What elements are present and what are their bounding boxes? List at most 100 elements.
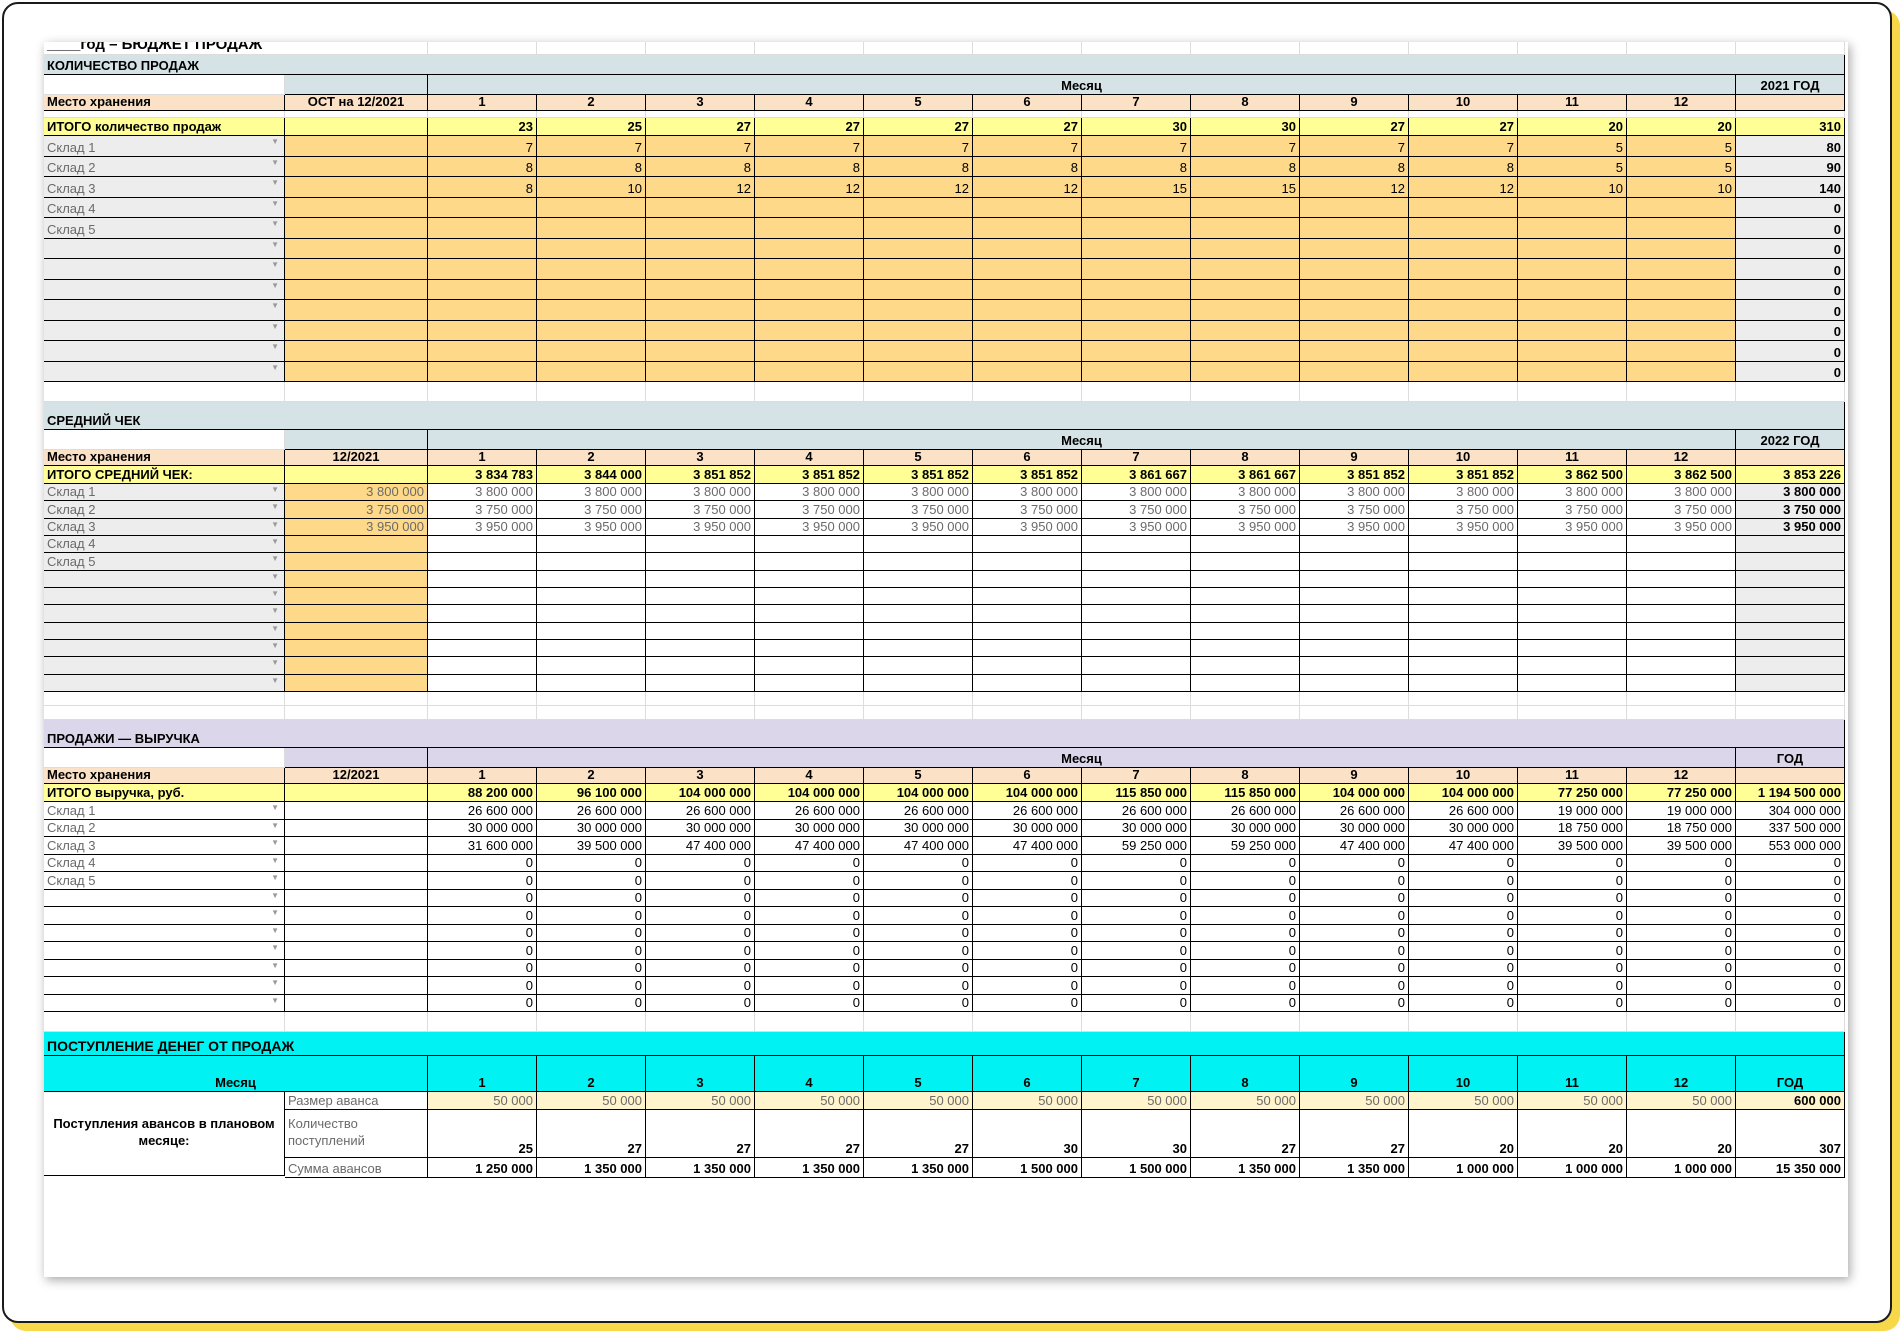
dropdown-arrow-icon[interactable]: ▼ [271,520,279,529]
warehouse-select[interactable]: Склад 4 ▼ [44,535,285,554]
cash-cell-9[interactable]: 50 000 [1300,1092,1409,1110]
qty-cell-4[interactable] [755,320,864,341]
qty-cell-3[interactable] [646,320,755,341]
qty-cell-12[interactable] [1627,341,1736,362]
qty-cell-8[interactable]: 7 [1191,136,1300,157]
qty-cell-7[interactable] [1082,259,1191,280]
qty-cell-5[interactable] [864,341,973,362]
warehouse-select[interactable]: ▼ [44,320,285,341]
warehouse-select[interactable]: Склад 4 ▼ [44,854,285,872]
dropdown-arrow-icon[interactable]: ▼ [271,641,279,650]
qty-cell-3[interactable] [646,238,755,259]
qty-cell-8[interactable] [1191,300,1300,321]
dropdown-arrow-icon[interactable]: ▼ [271,261,279,269]
dropdown-arrow-icon[interactable]: ▼ [271,856,279,865]
qty-cell-1[interactable] [428,300,537,321]
dropdown-arrow-icon[interactable]: ▼ [271,322,279,331]
qty-cell-7[interactable] [1082,320,1191,341]
dropdown-arrow-icon[interactable]: ▼ [271,503,279,511]
qty-cell-5[interactable] [864,300,973,321]
qty-cell-7[interactable]: 15 [1082,177,1191,198]
warehouse-select[interactable]: ▼ [44,605,285,623]
qty-cell-12[interactable] [1627,279,1736,300]
qty-cell-6[interactable] [973,341,1082,362]
qty-cell-7[interactable]: 7 [1082,136,1191,157]
qty-cell-4[interactable] [755,341,864,362]
cash-cell-1[interactable]: 50 000 [428,1092,537,1110]
base-check-cell[interactable] [285,553,428,571]
qty-cell-5[interactable] [864,238,973,259]
qty-cell-9[interactable] [1300,197,1409,218]
warehouse-select[interactable]: ▼ [44,570,285,588]
qty-cell-4[interactable]: 7 [755,136,864,157]
qty-cell-9[interactable] [1300,300,1409,321]
qty-cell-6[interactable]: 7 [973,136,1082,157]
qty-cell-8[interactable]: 8 [1191,156,1300,177]
cash-cell-11[interactable]: 50 000 [1518,1092,1627,1110]
stock-cell[interactable] [285,238,428,259]
warehouse-select[interactable]: ▼ [44,674,285,692]
qty-cell-8[interactable] [1191,341,1300,362]
cash-cell-8[interactable]: 50 000 [1191,1092,1300,1110]
qty-cell-3[interactable]: 7 [646,136,755,157]
qty-cell-9[interactable]: 7 [1300,136,1409,157]
warehouse-select[interactable]: ▼ [44,994,285,1012]
stock-cell[interactable] [285,156,428,177]
qty-cell-1[interactable] [428,197,537,218]
dropdown-arrow-icon[interactable]: ▼ [271,589,279,598]
dropdown-arrow-icon[interactable]: ▼ [271,486,279,494]
stock-cell[interactable] [285,177,428,198]
qty-cell-8[interactable]: 15 [1191,177,1300,198]
cash-cell-7[interactable]: 50 000 [1082,1092,1191,1110]
warehouse-select[interactable]: Склад 5 ▼ [44,872,285,890]
warehouse-select[interactable]: Склад 5 ▼ [44,218,285,239]
base-check-cell[interactable] [285,674,428,692]
dropdown-arrow-icon[interactable]: ▼ [271,572,279,581]
qty-cell-10[interactable] [1409,341,1518,362]
qty-cell-11[interactable] [1518,259,1627,280]
base-check-cell[interactable] [285,570,428,588]
qty-cell-2[interactable] [537,361,646,382]
base-check-cell[interactable] [285,605,428,623]
warehouse-select[interactable]: ▼ [44,959,285,977]
dropdown-arrow-icon[interactable]: ▼ [271,138,279,146]
qty-cell-6[interactable]: 12 [973,177,1082,198]
cash-cell-10[interactable]: 50 000 [1409,1092,1518,1110]
qty-cell-2[interactable] [537,238,646,259]
qty-cell-6[interactable] [973,197,1082,218]
qty-cell-3[interactable] [646,300,755,321]
cash-cell-12[interactable]: 50 000 [1627,1092,1736,1110]
qty-cell-3[interactable]: 12 [646,177,755,198]
qty-cell-8[interactable] [1191,361,1300,382]
warehouse-select[interactable]: Склад 1 ▼ [44,802,285,820]
stock-cell[interactable] [285,300,428,321]
cash-cell-6[interactable]: 50 000 [973,1092,1082,1110]
dropdown-arrow-icon[interactable]: ▼ [271,302,279,310]
qty-cell-10[interactable] [1409,238,1518,259]
qty-cell-9[interactable]: 12 [1300,177,1409,198]
qty-cell-4[interactable]: 12 [755,177,864,198]
warehouse-select[interactable]: ▼ [44,622,285,640]
qty-cell-10[interactable] [1409,320,1518,341]
stock-cell[interactable] [285,279,428,300]
dropdown-arrow-icon[interactable]: ▼ [271,158,279,167]
qty-cell-11[interactable]: 10 [1518,177,1627,198]
qty-cell-2[interactable] [537,197,646,218]
dropdown-arrow-icon[interactable]: ▼ [271,179,279,187]
qty-cell-10[interactable] [1409,197,1518,218]
base-check-cell[interactable] [285,639,428,658]
qty-cell-11[interactable] [1518,218,1627,239]
dropdown-arrow-icon[interactable]: ▼ [271,944,279,952]
dropdown-arrow-icon[interactable]: ▼ [271,909,279,917]
dropdown-arrow-icon[interactable]: ▼ [271,839,279,847]
qty-cell-5[interactable] [864,361,973,382]
qty-cell-1[interactable] [428,279,537,300]
qty-cell-12[interactable] [1627,238,1736,259]
dropdown-arrow-icon[interactable]: ▼ [271,607,279,615]
qty-cell-2[interactable] [537,279,646,300]
qty-cell-4[interactable] [755,238,864,259]
qty-cell-2[interactable]: 8 [537,156,646,177]
qty-cell-2[interactable] [537,218,646,239]
stock-cell[interactable] [285,136,428,157]
qty-cell-12[interactable] [1627,300,1736,321]
